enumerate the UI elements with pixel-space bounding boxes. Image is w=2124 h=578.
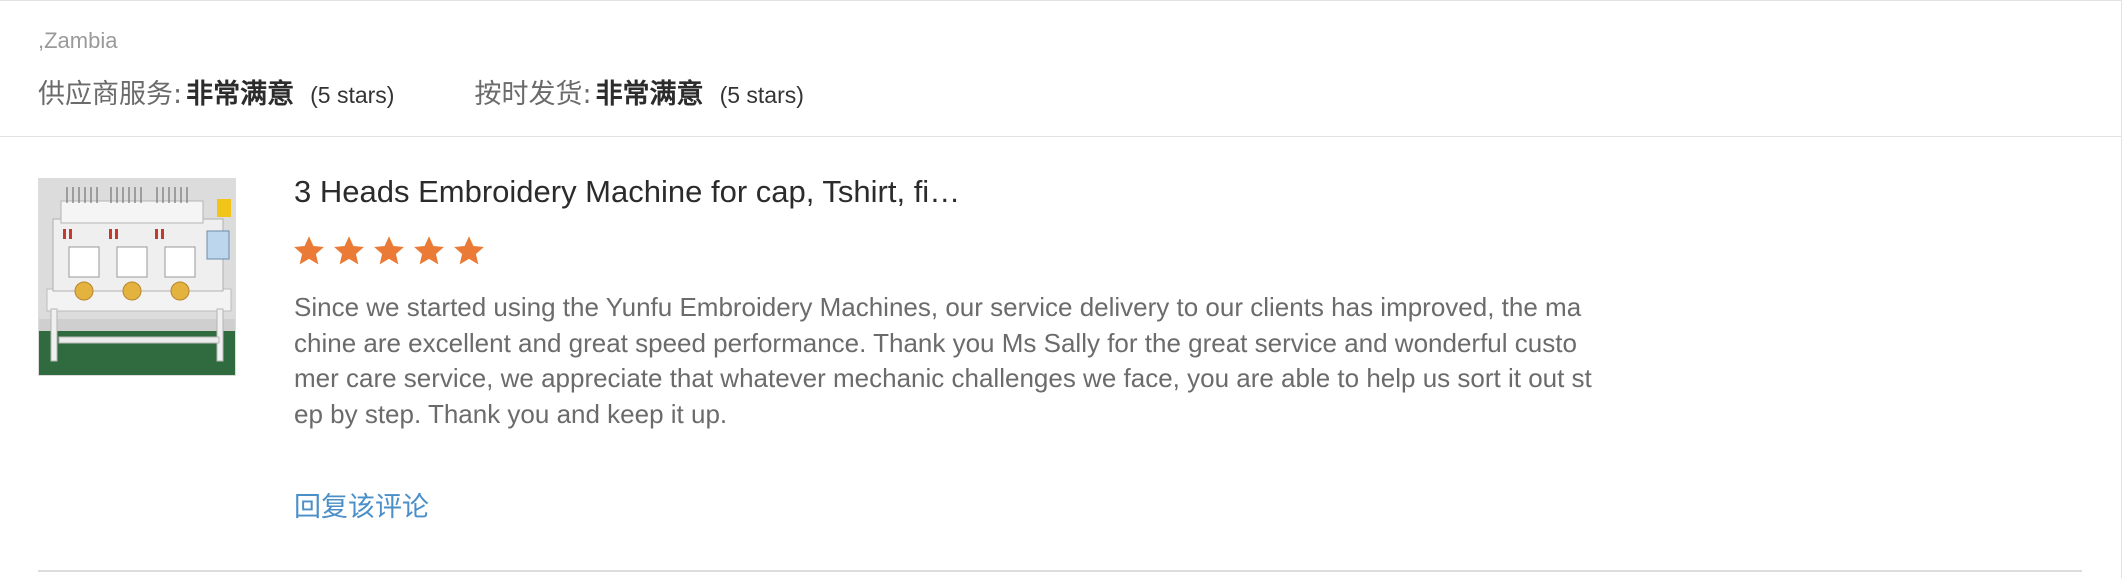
star-icon [374, 236, 404, 265]
product-rating-stars [292, 234, 486, 268]
on-time-shipping-rating: 按时发货: 非常满意 (5 stars) [474, 72, 803, 111]
review-bottom-divider [38, 570, 2082, 572]
reply-to-review-link[interactable]: 回复该评论 [294, 490, 429, 526]
section-divider [0, 136, 2121, 137]
on-time-shipping-label: 按时发货: [474, 79, 592, 110]
on-time-shipping-stars: (5 stars) [719, 82, 804, 108]
star-icon [294, 236, 324, 265]
review-body-text: Since we started using the Yunfu Embroid… [294, 292, 1592, 429]
rating-summary: 供应商服务: 非常满意 (5 stars) 按时发货: 非常满意 (5 star… [38, 72, 804, 111]
star-icon [334, 236, 364, 265]
supplier-service-value: 非常满意 [186, 79, 295, 110]
embroidery-machine-icon [39, 179, 235, 375]
star-icon [454, 236, 484, 265]
supplier-service-label: 供应商服务: [38, 79, 183, 110]
right-border [2121, 0, 2122, 578]
star-icon [414, 236, 444, 265]
supplier-service-rating: 供应商服务: 非常满意 (5 stars) [38, 72, 394, 111]
product-title[interactable]: 3 Heads Embroidery Machine for cap, Tshi… [294, 172, 960, 212]
top-border [0, 0, 2122, 1]
supplier-service-stars: (5 stars) [310, 82, 395, 108]
reviewer-location: ,Zambia [38, 28, 118, 53]
product-thumbnail[interactable] [38, 178, 236, 376]
on-time-shipping-value: 非常满意 [595, 79, 704, 110]
